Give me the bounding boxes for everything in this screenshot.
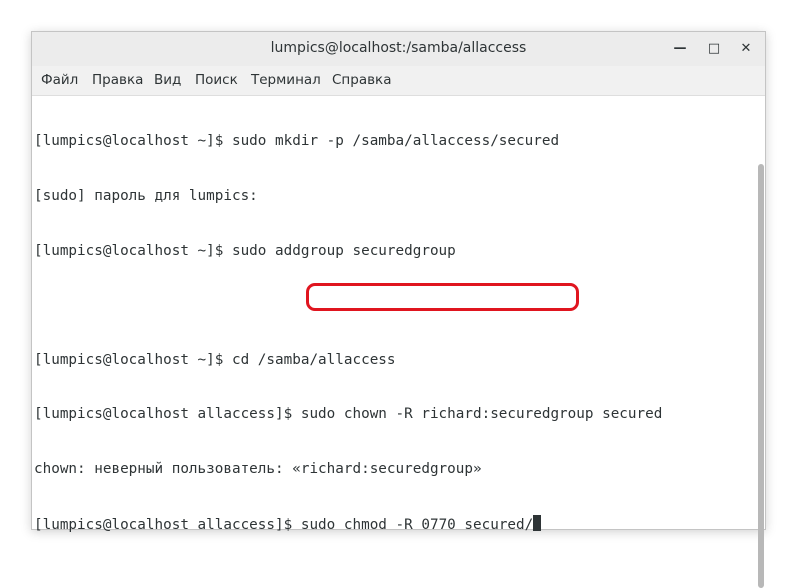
menu-edit[interactable]: Правка xyxy=(92,72,143,88)
minimize-button[interactable]: — xyxy=(670,39,690,59)
text-cursor xyxy=(533,514,542,531)
terminal-current-line: [lumpics@localhost allaccess]$ sudo chmo… xyxy=(34,514,662,533)
menu-file[interactable]: Файл xyxy=(41,72,78,88)
terminal-line: [lumpics@localhost allaccess]$ sudo chow… xyxy=(34,406,663,423)
terminal-line: [lumpics@localhost ~]$ sudo mkdir -p /sa… xyxy=(34,133,560,150)
terminal-line: [lumpics@localhost ~]$ sudo addgroup sec… xyxy=(34,242,456,259)
terminal-line: [sudo] пароль для lumpics: xyxy=(34,188,258,204)
close-button[interactable]: ✕ xyxy=(736,39,756,59)
menu-bar: Файл Правка Вид Поиск Терминал Справка xyxy=(32,66,765,96)
terminal-prompt: [lumpics@localhost allaccess]$ xyxy=(34,516,301,533)
menu-search[interactable]: Поиск xyxy=(195,72,238,88)
menu-help[interactable]: Справка xyxy=(332,72,391,88)
title-bar[interactable]: lumpics@localhost:/samba/allaccess — □ ✕ xyxy=(32,32,765,67)
terminal-area[interactable]: [lumpics@localhost ~]$ sudo mkdir -p /sa… xyxy=(32,96,765,588)
menu-terminal[interactable]: Терминал xyxy=(251,72,321,88)
scrollbar[interactable] xyxy=(758,164,764,588)
terminal-line: chown: неверный пользователь: «richard:s… xyxy=(34,460,482,477)
window-title: lumpics@localhost:/samba/allaccess xyxy=(270,40,527,56)
terminal-line: [lumpics@localhost ~]$ cd /samba/allacce… xyxy=(34,351,396,368)
terminal-output: [lumpics@localhost ~]$ sudo mkdir -p /sa… xyxy=(34,96,662,569)
menu-view[interactable]: Вид xyxy=(154,72,181,88)
terminal-window: lumpics@localhost:/samba/allaccess — □ ✕… xyxy=(31,31,766,588)
maximize-button[interactable]: □ xyxy=(704,39,724,59)
current-command: sudo chmod -R 0770 secured/ xyxy=(300,516,534,533)
